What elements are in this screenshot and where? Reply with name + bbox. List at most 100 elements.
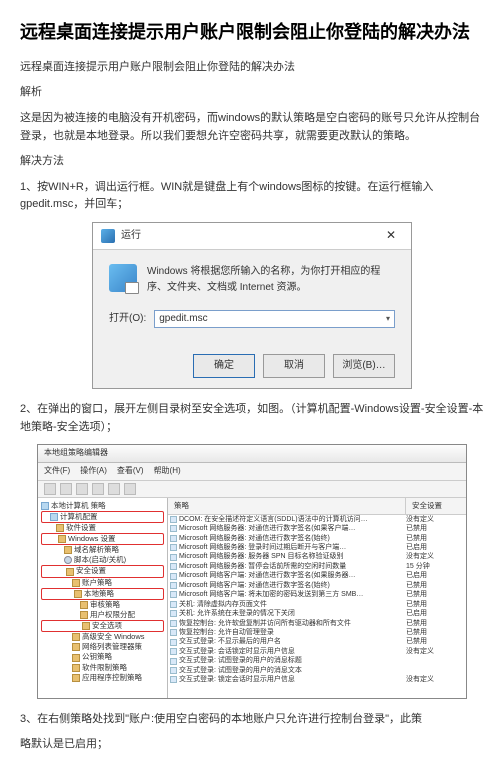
folder-icon bbox=[66, 568, 74, 576]
tree-local-policies[interactable]: 本地策略 bbox=[42, 589, 163, 599]
browse-button[interactable]: 浏览(B)… bbox=[333, 354, 395, 378]
policy-icon bbox=[170, 667, 177, 674]
policy-row[interactable]: 交互式登录: 试图登录的用户的消息标题 bbox=[168, 656, 466, 665]
folder-icon bbox=[72, 664, 80, 672]
policy-icon bbox=[170, 591, 177, 598]
policy-setting: 已启用 bbox=[406, 571, 464, 580]
policy-name: 交互式登录: 锁定会话时显示用户信息 bbox=[179, 675, 295, 684]
folder-icon bbox=[64, 546, 72, 554]
ok-button[interactable]: 确定 bbox=[193, 354, 255, 378]
policy-icon bbox=[170, 563, 177, 570]
policy-name: 恢复控制台: 允许软盘复制并访问所有驱动器和所有文件 bbox=[179, 619, 351, 628]
policy-name: Microsoft 网络服务器: 服务器 SPN 目标名称验证级别 bbox=[179, 552, 344, 561]
folder-icon bbox=[72, 643, 80, 651]
tree-item[interactable]: 公钥策略 bbox=[40, 652, 165, 662]
policy-row[interactable]: Microsoft 网络服务器: 服务器 SPN 目标名称验证级别没有定义 bbox=[168, 552, 466, 561]
policy-row[interactable]: Microsoft 网络客户端: 将未加密的密码发送到第三方 SMB…已禁用 bbox=[168, 590, 466, 599]
tree-root[interactable]: 本地计算机 策略 bbox=[40, 501, 165, 511]
close-button[interactable]: ✕ bbox=[379, 227, 403, 245]
toolbar-icon[interactable] bbox=[44, 483, 56, 495]
menu-help[interactable]: 帮助(H) bbox=[154, 465, 181, 478]
policy-row[interactable]: 关机: 清除虚拟内存页面文件已禁用 bbox=[168, 600, 466, 609]
menu-view[interactable]: 查看(V) bbox=[117, 465, 144, 478]
policy-row[interactable]: Microsoft 网络服务器: 对通信进行数字签名(如果客户端…已禁用 bbox=[168, 524, 466, 533]
menu-action[interactable]: 操作(A) bbox=[80, 465, 107, 478]
tree-pane: 本地计算机 策略 计算机配置 软件设置 Windows 设置 域名解析策略 脚本… bbox=[38, 498, 168, 698]
policy-icon bbox=[170, 573, 177, 580]
policy-name: 交互式登录: 不显示最后的用户名 bbox=[179, 637, 281, 646]
policy-name: Microsoft 网络服务器: 登录时间过期后断开与客户端… bbox=[179, 543, 346, 552]
tree-item[interactable]: 用户权限分配 bbox=[40, 610, 165, 620]
policy-icon bbox=[170, 525, 177, 532]
tree-item[interactable]: 应用程序控制策略 bbox=[40, 673, 165, 683]
col-setting[interactable]: 安全设置 bbox=[406, 498, 466, 514]
policy-row[interactable]: 关机: 允许系统在未登录的情况下关闭已启用 bbox=[168, 609, 466, 618]
open-input-value: gpedit.msc bbox=[159, 311, 207, 327]
folder-icon bbox=[58, 535, 66, 543]
tree-item[interactable]: 脚本(启动/关机) bbox=[40, 555, 165, 565]
policy-name: Microsoft 网络客户端: 对通信进行数字签名(始终) bbox=[179, 581, 330, 590]
policy-name: Microsoft 网络客户端: 将未加密的密码发送到第三方 SMB… bbox=[179, 590, 363, 599]
policy-setting: 已禁用 bbox=[406, 628, 464, 637]
tree-item[interactable]: 审核策略 bbox=[40, 600, 165, 610]
policy-name: 交互式登录: 试图登录的用户的消息文本 bbox=[179, 666, 302, 675]
policy-name: Microsoft 网络服务器: 对通信进行数字签名(始终) bbox=[179, 534, 330, 543]
tree-item[interactable]: 账户策略 bbox=[40, 578, 165, 588]
run-icon bbox=[101, 229, 115, 243]
policy-row[interactable]: 恢复控制台: 允许自动管理登录 已禁用 bbox=[168, 628, 466, 637]
gpedit-toolbar bbox=[38, 481, 466, 498]
policy-setting: 15 分钟 bbox=[406, 562, 464, 571]
toolbar-icon[interactable] bbox=[92, 483, 104, 495]
tree-item[interactable]: 网络列表管理器策 bbox=[40, 642, 165, 652]
tree-security-settings[interactable]: 安全设置 bbox=[42, 566, 163, 576]
policy-row[interactable]: 交互式登录: 不显示最后的用户名已禁用 bbox=[168, 637, 466, 646]
tree-windows-settings[interactable]: Windows 设置 bbox=[42, 534, 163, 544]
toolbar-icon[interactable] bbox=[108, 483, 120, 495]
run-dialog-title: 运行 bbox=[121, 228, 141, 244]
tree-item[interactable]: 软件设置 bbox=[40, 523, 165, 533]
policy-row[interactable]: 交互式登录: 锁定会话时显示用户信息没有定义 bbox=[168, 675, 466, 684]
step-2: 2、在弹出的窗口，展开左侧目录树至安全选项，如图。（计算机配置-Windows设… bbox=[20, 401, 484, 436]
solution-label: 解决方法 bbox=[20, 153, 484, 171]
policy-icon bbox=[170, 554, 177, 561]
tree-item[interactable]: 域名解析策略 bbox=[40, 545, 165, 555]
policy-row[interactable]: Microsoft 网络服务器: 暂停会话前所需的空闲时间数量 15 分钟 bbox=[168, 562, 466, 571]
cancel-button[interactable]: 取消 bbox=[263, 354, 325, 378]
policy-row[interactable]: DCOM: 在安全描述符定义语言(SDDL)语法中的计算机访问…没有定义 bbox=[168, 515, 466, 524]
menu-file[interactable]: 文件(F) bbox=[44, 465, 70, 478]
folder-icon bbox=[80, 601, 88, 609]
policy-setting: 已禁用 bbox=[406, 524, 464, 533]
subtitle: 远程桌面连接提示用户账户限制会阻止你登陆的解决办法 bbox=[20, 59, 484, 77]
policy-row[interactable]: Microsoft 网络客户端: 对通信进行数字签名(如果服务器…已启用 bbox=[168, 571, 466, 580]
tree-item[interactable]: 高级安全 Windows bbox=[40, 632, 165, 642]
folder-icon bbox=[72, 579, 80, 587]
policy-name: DCOM: 在安全描述符定义语言(SDDL)语法中的计算机访问… bbox=[179, 515, 368, 524]
policy-row[interactable]: Microsoft 网络服务器: 登录时间过期后断开与客户端…已启用 bbox=[168, 543, 466, 552]
policy-icon bbox=[170, 544, 177, 551]
computer-icon bbox=[41, 502, 49, 510]
open-input[interactable]: gpedit.msc ▾ bbox=[154, 310, 395, 328]
policy-name: 恢复控制台: 允许自动管理登录 bbox=[179, 628, 274, 637]
policy-row[interactable]: 恢复控制台: 允许软盘复制并访问所有驱动器和所有文件已禁用 bbox=[168, 619, 466, 628]
toolbar-icon[interactable] bbox=[76, 483, 88, 495]
policy-row[interactable]: Microsoft 网络客户端: 对通信进行数字签名(始终)已禁用 bbox=[168, 581, 466, 590]
policy-setting bbox=[406, 666, 464, 675]
policy-row[interactable]: 交互式登录: 试图登录的用户的消息文本 bbox=[168, 666, 466, 675]
chevron-down-icon[interactable]: ▾ bbox=[386, 313, 390, 326]
toolbar-icon[interactable] bbox=[124, 483, 136, 495]
tree-security-options[interactable]: 安全选项 bbox=[42, 621, 163, 631]
tree-item[interactable]: 软件限制策略 bbox=[40, 663, 165, 673]
policy-row[interactable]: Microsoft 网络服务器: 对通信进行数字签名(始终)已禁用 bbox=[168, 534, 466, 543]
gpedit-window: 本地组策略编辑器 文件(F) 操作(A) 查看(V) 帮助(H) 本地计算机 策… bbox=[37, 444, 467, 699]
policy-setting: 已启用 bbox=[406, 609, 464, 618]
policy-row[interactable]: 交互式登录: 会话锁定时显示用户信息没有定义 bbox=[168, 647, 466, 656]
analysis-text: 这是因为被连接的电脑没有开机密码，而windows的默认策略是空白密码的账号只允… bbox=[20, 110, 484, 145]
policy-name: Microsoft 网络服务器: 暂停会话前所需的空闲时间数量 bbox=[179, 562, 346, 571]
toolbar-icon[interactable] bbox=[60, 483, 72, 495]
folder-icon bbox=[74, 590, 82, 598]
run-dialog-icon bbox=[109, 264, 137, 292]
col-policy[interactable]: 策略 bbox=[168, 498, 406, 514]
policy-icon bbox=[170, 610, 177, 617]
tree-computer-config[interactable]: 计算机配置 bbox=[42, 512, 163, 522]
policy-icon bbox=[170, 516, 177, 523]
